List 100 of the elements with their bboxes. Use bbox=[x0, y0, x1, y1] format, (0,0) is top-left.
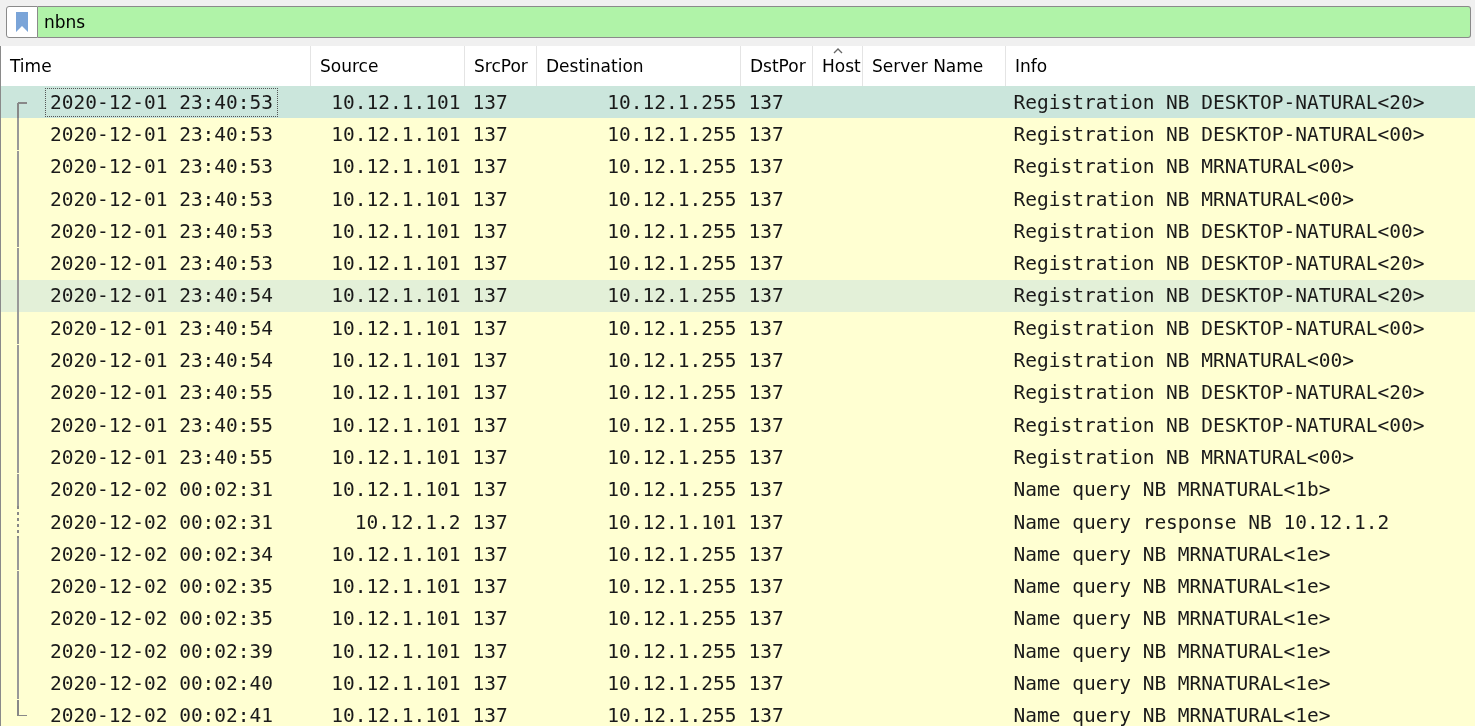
destination-cell: 10.12.1.255 bbox=[536, 86, 741, 119]
packet-row[interactable]: 2020-12-01 23:40:53 10.12.1.101 137 10.12.1.255 137 Registration NB MRNATURAL<00> bbox=[0, 182, 1475, 216]
column-header[interactable]: Info bbox=[1005, 46, 1475, 86]
source-cell: 10.12.1.101 bbox=[310, 667, 465, 700]
column-header[interactable]: Destination bbox=[536, 46, 741, 86]
packet-row[interactable]: 2020-12-01 23:40:53 10.12.1.101 137 10.12.1.255 137 Registration NB DESKTOP-NATURAL<00> bbox=[0, 118, 1475, 151]
time-cell-text: 2020-12-01 23:40:53 bbox=[49, 251, 275, 278]
time-cell-text: 2020-12-01 23:40:55 bbox=[49, 380, 275, 407]
packet-row[interactable]: 2020-12-01 23:40:54 10.12.1.101 137 10.12.1.255 137 Registration NB DESKTOP-NATURAL<00> bbox=[0, 312, 1475, 345]
packet-row[interactable]: 2020-12-02 00:02:40 10.12.1.101 137 10.12.1.255 137 Name query NB MRNATURAL<1e> bbox=[0, 667, 1475, 700]
time-cell-text: 2020-12-02 00:02:40 bbox=[49, 671, 275, 697]
packet-row[interactable]: 2020-12-02 00:02:41 10.12.1.101 137 10.12.1.255 137 Name query NB MRNATURAL<1e> bbox=[0, 699, 1475, 726]
info-cell: Registration NB MRNATURAL<00> bbox=[1005, 441, 1475, 474]
column-header[interactable]: Host bbox=[812, 46, 863, 86]
destination-port-cell: 137 bbox=[740, 408, 813, 442]
info-cell: Registration NB MRNATURAL<00> bbox=[1005, 182, 1475, 216]
source-cell: 10.12.1.101 bbox=[310, 473, 465, 506]
packet-row[interactable]: 2020-12-01 23:40:53 10.12.1.101 137 10.12.1.255 137 Registration NB DESKTOP-NATURAL<20> bbox=[0, 247, 1475, 280]
info-cell: Name query NB MRNATURAL<1e> bbox=[1005, 570, 1475, 603]
source-cell: 10.12.1.2 bbox=[310, 505, 465, 539]
destination-cell: 10.12.1.101 bbox=[536, 505, 741, 539]
source-cell: 10.12.1.101 bbox=[310, 312, 465, 345]
source-port-cell: 137 bbox=[464, 473, 537, 506]
packet-row[interactable]: 2020-12-02 00:02:31 10.12.1.2 137 10.12.1.101 137 Name query response NB 10.12.1.2 bbox=[0, 505, 1475, 539]
bookmark-icon[interactable] bbox=[15, 11, 29, 33]
destination-cell: 10.12.1.255 bbox=[536, 376, 741, 409]
source-port-cell: 137 bbox=[464, 376, 537, 409]
column-header[interactable]: Source bbox=[310, 46, 465, 86]
packet-row[interactable]: 2020-12-02 00:02:35 10.12.1.101 137 10.12.1.255 137 Name query NB MRNATURAL<1e> bbox=[0, 602, 1475, 636]
packet-row[interactable]: 2020-12-02 00:02:39 10.12.1.101 137 10.12.1.255 137 Name query NB MRNATURAL<1e> bbox=[0, 635, 1475, 668]
source-port-cell: 137 bbox=[464, 344, 537, 377]
destination-port-cell: 137 bbox=[740, 441, 813, 474]
packet-row[interactable]: 2020-12-01 23:40:55 10.12.1.101 137 10.12.1.255 137 Registration NB DESKTOP-NATURAL<00> bbox=[0, 408, 1475, 442]
packet-row[interactable]: 2020-12-01 23:40:54 10.12.1.101 137 10.12.1.255 137 Registration NB DESKTOP-NATURAL<20> bbox=[0, 279, 1475, 313]
destination-port-cell: 137 bbox=[740, 279, 813, 313]
column-header[interactable]: SrcPor bbox=[464, 46, 537, 86]
packet-row[interactable]: 2020-12-01 23:40:53 10.12.1.101 137 10.12.1.255 137 Registration NB DESKTOP-NATURAL<20> bbox=[0, 86, 1475, 119]
time-cell: 2020-12-01 23:40:53 bbox=[45, 87, 279, 117]
info-cell: Registration NB DESKTOP-NATURAL<00> bbox=[1005, 408, 1475, 442]
destination-cell: 10.12.1.255 bbox=[536, 118, 741, 151]
source-cell: 10.12.1.101 bbox=[310, 150, 465, 183]
display-filter-field[interactable]: nbns bbox=[38, 6, 1471, 38]
time-cell-text: 2020-12-02 00:02:31 bbox=[49, 477, 275, 504]
source-port-cell: 137 bbox=[464, 667, 537, 700]
source-cell: 10.12.1.101 bbox=[310, 247, 465, 280]
info-cell: Registration NB DESKTOP-NATURAL<00> bbox=[1005, 215, 1475, 248]
source-port-cell: 137 bbox=[464, 247, 537, 280]
time-cell-text: 2020-12-01 23:40:54 bbox=[49, 315, 275, 342]
destination-port-cell: 137 bbox=[740, 538, 813, 571]
source-port-cell: 137 bbox=[464, 602, 537, 636]
packet-row[interactable]: 2020-12-01 23:40:54 10.12.1.101 137 10.12.1.255 137 Registration NB MRNATURAL<00> bbox=[0, 344, 1475, 377]
packet-row[interactable]: 2020-12-01 23:40:53 10.12.1.101 137 10.12.1.255 137 Registration NB MRNATURAL<00> bbox=[0, 150, 1475, 183]
info-cell: Name query NB MRNATURAL<1e> bbox=[1005, 602, 1475, 636]
time-cell-text: 2020-12-02 00:02:35 bbox=[49, 606, 275, 633]
source-port-cell: 137 bbox=[464, 505, 537, 539]
destination-cell: 10.12.1.255 bbox=[536, 699, 741, 726]
time-cell-text: 2020-12-01 23:40:53 bbox=[49, 218, 275, 245]
source-cell: 10.12.1.101 bbox=[310, 376, 465, 409]
destination-cell: 10.12.1.255 bbox=[536, 408, 741, 442]
source-cell: 10.12.1.101 bbox=[310, 408, 465, 442]
info-cell: Name query response NB 10.12.1.2 bbox=[1005, 505, 1475, 539]
destination-cell: 10.12.1.255 bbox=[536, 279, 741, 313]
packet-row[interactable]: 2020-12-01 23:40:55 10.12.1.101 137 10.12.1.255 137 Registration NB MRNATURAL<00> bbox=[0, 441, 1475, 474]
column-header[interactable]: DstPor bbox=[740, 46, 813, 86]
destination-port-cell: 137 bbox=[740, 635, 813, 668]
source-port-cell: 137 bbox=[464, 312, 537, 345]
source-cell: 10.12.1.101 bbox=[310, 441, 465, 474]
info-cell: Registration NB DESKTOP-NATURAL<20> bbox=[1005, 376, 1475, 409]
source-port-cell: 137 bbox=[464, 441, 537, 474]
source-cell: 10.12.1.101 bbox=[310, 635, 465, 668]
packet-row[interactable]: 2020-12-02 00:02:34 10.12.1.101 137 10.12.1.255 137 Name query NB MRNATURAL<1e> bbox=[0, 538, 1475, 571]
info-cell: Registration NB DESKTOP-NATURAL<20> bbox=[1005, 86, 1475, 119]
info-cell: Registration NB DESKTOP-NATURAL<00> bbox=[1005, 118, 1475, 151]
info-cell: Name query NB MRNATURAL<1e> bbox=[1005, 538, 1475, 571]
packet-row[interactable]: 2020-12-01 23:40:55 10.12.1.101 137 10.12.1.255 137 Registration NB DESKTOP-NATURAL<20> bbox=[0, 376, 1475, 409]
packet-row[interactable]: 2020-12-01 23:40:53 10.12.1.101 137 10.12.1.255 137 Registration NB DESKTOP-NATURAL<00> bbox=[0, 215, 1475, 248]
destination-port-cell: 137 bbox=[740, 505, 813, 539]
column-header[interactable]: Server Name bbox=[862, 46, 1006, 86]
destination-port-cell: 137 bbox=[740, 247, 813, 280]
destination-port-cell: 137 bbox=[740, 312, 813, 345]
time-cell-text: 2020-12-01 23:40:53 bbox=[49, 154, 275, 181]
packet-row[interactable]: 2020-12-02 00:02:31 10.12.1.101 137 10.12.1.255 137 Name query NB MRNATURAL<1b> bbox=[0, 473, 1475, 506]
info-cell: Registration NB MRNATURAL<00> bbox=[1005, 344, 1475, 377]
destination-cell: 10.12.1.255 bbox=[536, 570, 741, 603]
source-cell: 10.12.1.101 bbox=[310, 699, 465, 726]
info-cell: Registration NB DESKTOP-NATURAL<00> bbox=[1005, 312, 1475, 345]
destination-cell: 10.12.1.255 bbox=[536, 538, 741, 571]
destination-port-cell: 137 bbox=[740, 602, 813, 636]
time-cell-text: 2020-12-02 00:02:41 bbox=[49, 703, 275, 726]
source-cell: 10.12.1.101 bbox=[310, 215, 465, 248]
column-header[interactable]: Time bbox=[0, 46, 311, 86]
destination-cell: 10.12.1.255 bbox=[536, 602, 741, 636]
time-cell-text: 2020-12-01 23:40:54 bbox=[49, 348, 275, 374]
destination-port-cell: 137 bbox=[740, 699, 813, 726]
destination-port-cell: 137 bbox=[740, 344, 813, 377]
info-cell: Registration NB DESKTOP-NATURAL<20> bbox=[1005, 279, 1475, 313]
info-cell: Name query NB MRNATURAL<1e> bbox=[1005, 635, 1475, 668]
destination-cell: 10.12.1.255 bbox=[536, 247, 741, 280]
packet-row[interactable]: 2020-12-02 00:02:35 10.12.1.101 137 10.12.1.255 137 Name query NB MRNATURAL<1e> bbox=[0, 570, 1475, 603]
time-cell-text: 2020-12-01 23:40:54 bbox=[49, 283, 275, 310]
